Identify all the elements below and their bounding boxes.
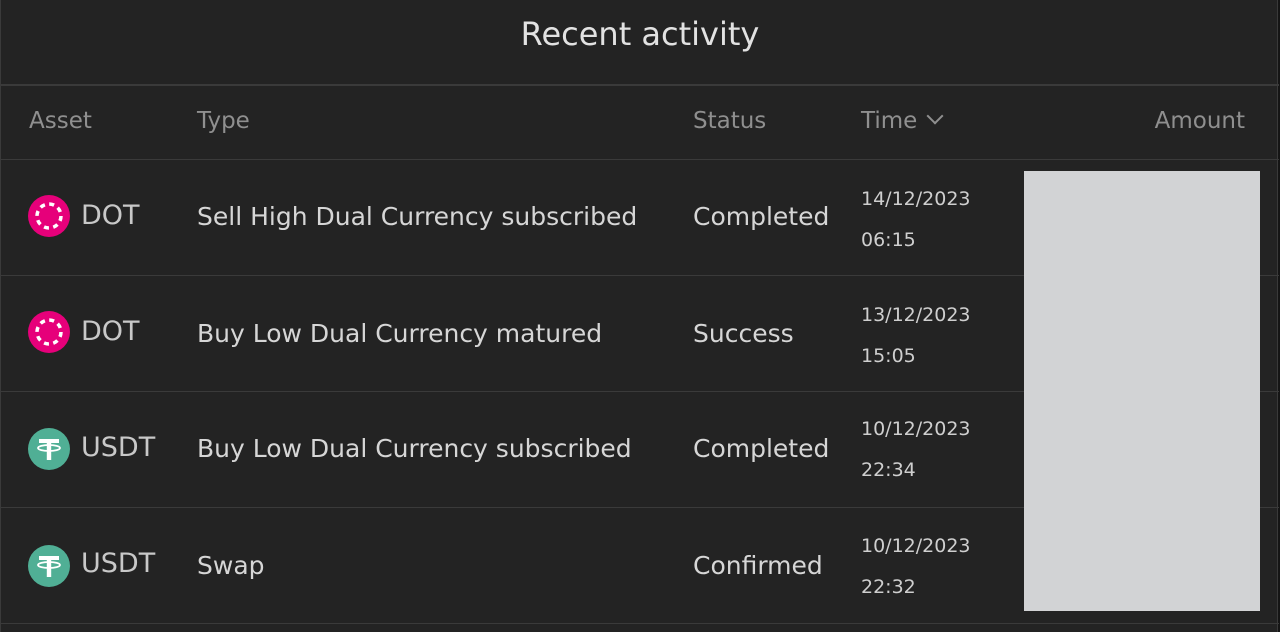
activity-type: Buy Low Dual Currency subscribed	[197, 434, 632, 463]
activity-type: Sell High Dual Currency subscribed	[197, 202, 638, 231]
activity-date: 10/12/2023	[861, 535, 971, 557]
column-header-amount: Amount	[1154, 108, 1245, 134]
activity-time: 22:32	[861, 576, 916, 598]
tether-icon	[28, 428, 70, 470]
column-header-asset: Asset	[29, 108, 92, 134]
table-header: Asset Type Status Time Amount	[1, 86, 1279, 160]
chevron-down-icon[interactable]	[926, 107, 944, 125]
column-header-type: Type	[197, 108, 250, 134]
recent-activity-panel: Recent activity Asset Type Status Time A…	[0, 0, 1279, 632]
column-header-time[interactable]: Time	[861, 107, 944, 134]
tether-icon	[28, 545, 70, 587]
activity-status: Completed	[693, 434, 830, 463]
time-header-label: Time	[861, 108, 918, 134]
column-header-status: Status	[693, 108, 767, 134]
activity-date: 10/12/2023	[861, 418, 971, 440]
polkadot-icon	[28, 311, 70, 353]
panel-title: Recent activity	[1, 0, 1279, 86]
amount-redaction	[1024, 171, 1260, 611]
activity-time: 22:34	[861, 459, 916, 481]
activity-time: 15:05	[861, 345, 916, 367]
activity-date: 14/12/2023	[861, 188, 971, 210]
activity-status: Success	[693, 319, 794, 348]
asset-symbol: USDT	[81, 432, 156, 463]
asset-symbol: DOT	[81, 200, 140, 231]
polkadot-icon	[28, 195, 70, 237]
activity-status: Completed	[693, 202, 830, 231]
activity-status: Confirmed	[693, 551, 823, 580]
activity-time: 06:15	[861, 229, 916, 251]
asset-symbol: USDT	[81, 548, 156, 579]
activity-date: 13/12/2023	[861, 304, 971, 326]
activity-type: Buy Low Dual Currency matured	[197, 319, 603, 348]
activity-type: Swap	[197, 551, 265, 580]
asset-symbol: DOT	[81, 316, 140, 347]
